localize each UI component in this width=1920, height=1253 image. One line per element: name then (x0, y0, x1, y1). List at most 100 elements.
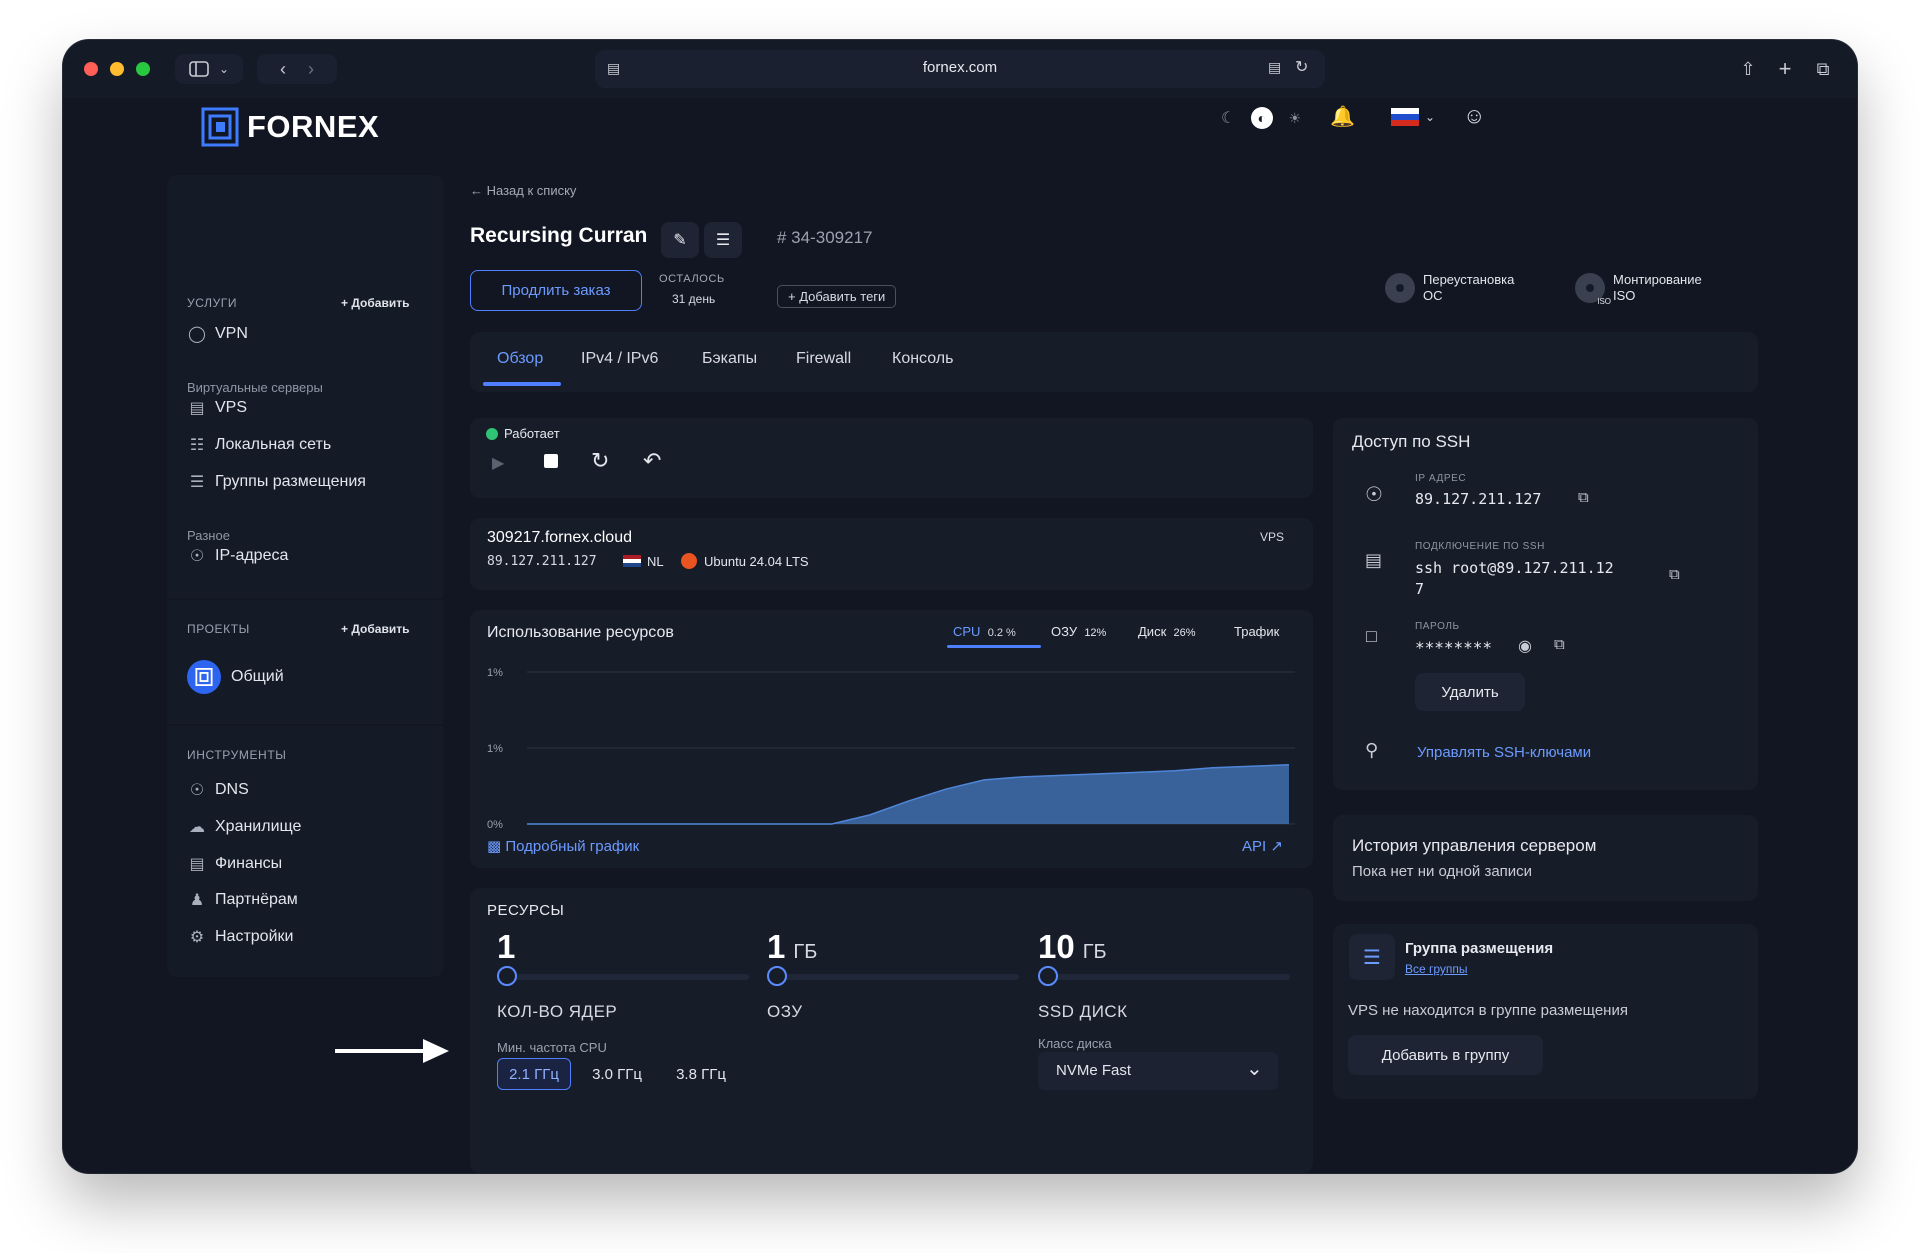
new-tab-icon[interactable]: + (1770, 54, 1800, 84)
usage-tab-traffic[interactable]: Трафик (1234, 624, 1279, 639)
freq-option-3-0[interactable]: 3.0 ГГц (581, 1058, 653, 1090)
usage-tab-indicator (947, 645, 1041, 648)
resources-card (470, 888, 1313, 1173)
y-tick-label: 1% (487, 743, 503, 755)
list-button[interactable]: ☰ (704, 222, 742, 258)
tab-ipv4-ipv6[interactable]: IPv4 / IPv6 (581, 350, 658, 368)
disk-class-label: Класс диска (1038, 1036, 1112, 1051)
order-id: # 34-309217 (777, 228, 873, 247)
tab-backups[interactable]: Бэкапы (702, 350, 757, 368)
freq-option-2-1[interactable]: 2.1 ГГц (497, 1058, 571, 1090)
user-account-icon[interactable]: ☺ (1463, 103, 1485, 129)
close-window-button[interactable] (84, 62, 98, 76)
forward-arrow-icon[interactable]: › (308, 59, 314, 80)
disk-slider-track[interactable] (1050, 974, 1290, 980)
restart-icon[interactable]: ↻ (591, 448, 609, 474)
usage-tab-disk[interactable]: Диск 26% (1138, 624, 1196, 639)
add-tags-button[interactable]: + Добавить теги (777, 285, 897, 308)
sidebar-item-settings[interactable]: ⚙ Настройки (187, 927, 294, 947)
delete-password-button[interactable]: Удалить (1415, 673, 1525, 711)
ubuntu-icon (681, 553, 697, 569)
cores-slider-track[interactable] (509, 974, 749, 980)
add-to-group-button[interactable]: Добавить в группу (1348, 1035, 1543, 1075)
mount-iso-button[interactable]: ISO Монтирование ISO (1575, 272, 1702, 306)
cpu-frequency-label: Мин. частота CPU (497, 1040, 607, 1055)
reload-icon[interactable]: ↻ (1295, 57, 1308, 77)
ram-slider-handle[interactable] (767, 966, 787, 986)
share-icon[interactable]: ⇧ (1733, 54, 1763, 84)
sidebar-item-storage[interactable]: ☁ Хранилище (187, 817, 301, 837)
globe-icon: ☉ (189, 548, 205, 565)
brand-logo[interactable]: FORNEX (201, 107, 379, 147)
disk-slider-handle[interactable] (1038, 966, 1058, 986)
ram-slider-track[interactable] (779, 974, 1019, 980)
detailed-chart-link[interactable]: ▩ Подробный график (487, 837, 639, 855)
auto-theme-icon[interactable]: ◐ (1250, 107, 1273, 129)
sidebar-item-vps[interactable]: ▤ VPS (187, 398, 247, 418)
sidebar-item-finance[interactable]: ▤ Финансы (187, 854, 282, 874)
ip-label: IP АДРЕС (1415, 473, 1467, 484)
sidebar-toggle-button[interactable]: ⌄ (175, 54, 243, 84)
copy-icon[interactable]: ⧉ (1554, 636, 1565, 653)
network-icon: ☷ (189, 437, 205, 454)
status-badge: Работает (486, 426, 560, 441)
cores-slider-handle[interactable] (497, 966, 517, 986)
translate-icon[interactable]: ▤ (1268, 59, 1281, 76)
copy-icon[interactable]: ⧉ (1669, 566, 1680, 583)
sidebar-item-placement-groups[interactable]: ☰ Группы размещения (187, 472, 366, 492)
usage-tab-ram[interactable]: ОЗУ 12% (1051, 624, 1106, 639)
api-link[interactable]: API ↗ (1242, 837, 1283, 855)
back-to-list-link[interactable]: ← Назад к списку (470, 183, 576, 198)
freq-option-3-8[interactable]: 3.8 ГГц (665, 1058, 737, 1090)
tab-overview[interactable]: Обзор (497, 350, 543, 368)
users-icon: ♟ (189, 892, 205, 909)
fornex-logo-icon (195, 668, 213, 686)
y-tick-label: 0% (487, 819, 503, 830)
sidebar-icon (189, 61, 209, 77)
sun-icon[interactable]: ☀ (1288, 110, 1301, 127)
stop-icon[interactable] (544, 454, 558, 468)
reinstall-os-button[interactable]: Переустановка ОС (1385, 272, 1514, 304)
chevron-down-icon: ⌄ (1246, 1058, 1263, 1080)
layers-icon: ☰ (189, 474, 205, 491)
undo-icon[interactable]: ↶ (643, 448, 661, 474)
sidebar-item-dns[interactable]: ☉ DNS (187, 780, 249, 800)
misc-heading: Разное (187, 528, 230, 543)
status-dot-icon (486, 427, 498, 440)
back-arrow-icon[interactable]: ‹ (280, 59, 286, 80)
language-selector[interactable]: ⌄ (1391, 108, 1435, 126)
sidebar-item-project-common[interactable]: Общий (187, 660, 284, 694)
lock-icon: □ (1366, 626, 1377, 646)
extend-order-button[interactable]: Продлить заказ (470, 270, 642, 311)
tab-firewall[interactable]: Firewall (796, 350, 851, 368)
usage-title: Использование ресурсов (487, 624, 674, 641)
add-project-button[interactable]: + Добавить (341, 622, 409, 636)
bell-icon[interactable]: 🔔 (1330, 104, 1355, 129)
remaining-value: 31 день (672, 292, 716, 306)
rename-button[interactable]: ✎ (661, 222, 699, 258)
add-service-button[interactable]: + Добавить (341, 296, 409, 310)
eye-icon[interactable]: ◉ (1518, 636, 1532, 656)
sidebar-item-lan[interactable]: ☷ Локальная сеть (187, 435, 331, 455)
sidebar-item-ip-addresses[interactable]: ☉ IP-адреса (187, 546, 289, 566)
sidebar-item-partners[interactable]: ♟ Партнёрам (187, 890, 298, 910)
address-bar[interactable]: ▤ fornex.com ▤ ↻ (595, 50, 1325, 88)
moon-icon[interactable]: ☾ (1221, 108, 1235, 128)
disk-class-select[interactable]: NVMe Fast ⌄ (1038, 1052, 1278, 1090)
zoom-window-button[interactable] (136, 62, 150, 76)
all-groups-link[interactable]: Все группы (1405, 962, 1468, 976)
minimize-window-button[interactable] (110, 62, 124, 76)
ssh-connection-label: ПОДКЛЮЧЕНИЕ ПО SSH (1415, 541, 1545, 552)
project-avatar (187, 660, 221, 694)
tabs-overview-icon[interactable]: ⧉ (1808, 54, 1838, 84)
cores-value: 1 (497, 928, 516, 965)
sidebar-item-vpn[interactable]: ◯ VPN (187, 324, 248, 344)
ram-value: 1 ГБ (767, 928, 818, 965)
copy-icon[interactable]: ⧉ (1578, 489, 1589, 506)
manage-ssh-keys-link[interactable]: Управлять SSH-ключами (1417, 744, 1591, 761)
theme-switcher[interactable]: ☾ ◐ ☀ (1221, 103, 1301, 133)
usage-tab-cpu[interactable]: CPU 0.2 % (953, 624, 1016, 639)
brand-name: FORNEX (247, 109, 380, 144)
start-icon[interactable]: ▶ (492, 453, 504, 473)
tab-console[interactable]: Консоль (892, 350, 953, 368)
